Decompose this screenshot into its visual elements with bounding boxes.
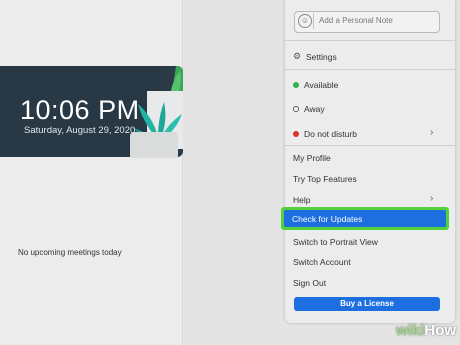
- menu-item-sign-out[interactable]: Sign Out: [293, 278, 326, 288]
- panel-divider: [182, 0, 183, 345]
- menu-item-settings[interactable]: Settings: [306, 52, 337, 62]
- check-updates-label: Check for Updates: [292, 214, 363, 224]
- buy-license-button[interactable]: Buy a License: [294, 297, 440, 311]
- chevron-right-icon: ›: [430, 127, 434, 138]
- menu-divider: [285, 145, 455, 146]
- status-away[interactable]: Away: [304, 104, 325, 114]
- home-panel: [0, 0, 182, 345]
- menu-divider: [285, 69, 455, 70]
- watermark-suffix: How: [424, 322, 457, 339]
- menu-item-portrait-view[interactable]: Switch to Portrait View: [293, 237, 378, 247]
- menu-item-switch-account[interactable]: Switch Account: [293, 257, 351, 267]
- status-available[interactable]: Available: [304, 80, 338, 90]
- clock-date: Saturday, August 29, 2020: [24, 125, 136, 136]
- personal-note-placeholder: Add a Personal Note: [319, 16, 393, 25]
- status-do-not-disturb[interactable]: Do not disturb: [304, 129, 357, 139]
- no-meetings-text: No upcoming meetings today: [18, 248, 122, 257]
- dnd-status-icon: [293, 131, 299, 137]
- watermark: wikiHow: [396, 322, 456, 339]
- away-status-icon: [293, 106, 299, 112]
- menu-item-top-features[interactable]: Try Top Features: [293, 174, 357, 184]
- plant-pot: [130, 132, 178, 158]
- note-divider: [313, 13, 314, 29]
- smiley-icon[interactable]: ☺: [298, 14, 312, 28]
- menu-item-my-profile[interactable]: My Profile: [293, 153, 331, 163]
- menu-item-help[interactable]: Help: [293, 195, 310, 205]
- menu-divider: [285, 40, 455, 41]
- watermark-prefix: wiki: [396, 322, 425, 339]
- clock-time: 10:06 PM: [20, 95, 140, 125]
- gear-icon: ⚙: [293, 51, 302, 61]
- available-status-icon: [293, 82, 299, 88]
- chevron-right-icon: ›: [430, 193, 434, 204]
